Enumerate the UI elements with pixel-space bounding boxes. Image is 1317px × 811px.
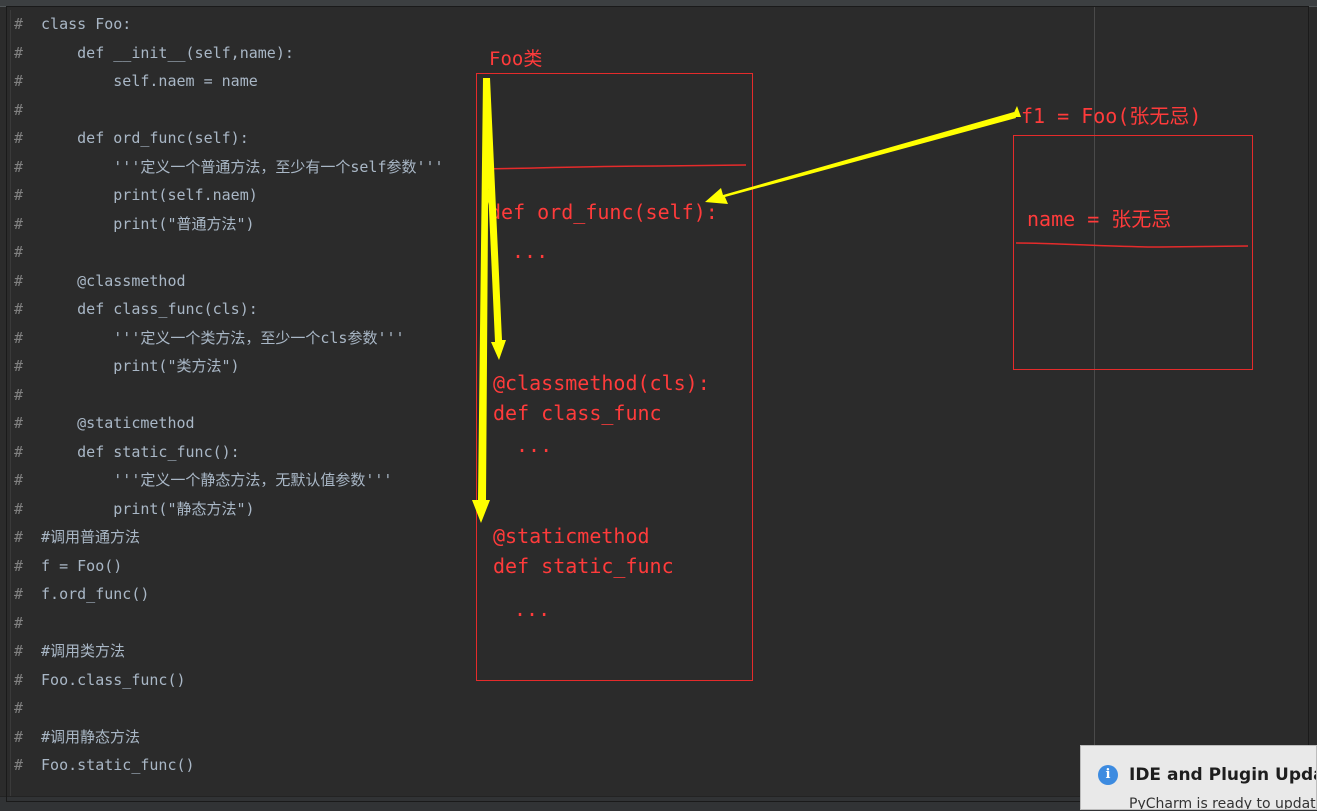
code-text: def ord_func(self):: [32, 129, 249, 147]
code-line[interactable]: # print("普通方法"): [14, 210, 255, 238]
class-annotation-label: Foo类: [489, 48, 543, 70]
code-line[interactable]: # Foo.class_func(): [14, 666, 186, 694]
comment-marker: #: [14, 699, 24, 717]
static-func-ellipsis: ...: [514, 597, 551, 621]
code-line[interactable]: # @staticmethod: [14, 409, 195, 437]
code-line[interactable]: # '''定义一个静态方法，无默认值参数''': [14, 466, 392, 494]
code-line[interactable]: #: [14, 694, 32, 722]
code-text: class Foo:: [32, 15, 132, 33]
comment-marker: #: [14, 72, 24, 90]
comment-marker: #: [14, 528, 24, 546]
ord-func-annotation: def ord_func(self):: [489, 200, 718, 224]
comment-marker: #: [14, 100, 24, 119]
code-line[interactable]: # '''定义一个类方法，至少一个cls参数''': [14, 324, 405, 352]
info-icon: i: [1098, 765, 1118, 785]
comment-marker: #: [14, 471, 24, 489]
code-text: Foo.class_func(): [32, 670, 186, 689]
comment-marker: #: [14, 499, 24, 518]
code-text: def __init__(self,name):: [32, 43, 294, 62]
code-line[interactable]: #: [14, 238, 32, 266]
code-line[interactable]: # #调用类方法: [14, 637, 125, 665]
code-text: #调用类方法: [32, 642, 126, 660]
comment-marker: #: [14, 613, 24, 632]
code-line[interactable]: #: [14, 609, 32, 637]
comment-marker: #: [14, 442, 24, 461]
instance-diagram-box: [1013, 135, 1253, 370]
comment-marker: #: [14, 129, 24, 147]
code-text: @classmethod: [32, 271, 186, 290]
comment-marker: #: [14, 727, 24, 746]
code-line[interactable]: # self.naem = name: [14, 67, 258, 95]
instance-attribute-annotation: name = 张无忌: [1027, 207, 1172, 231]
code-text: '''定义一个类方法，至少一个cls参数''': [32, 328, 405, 347]
code-text: self.naem = name: [32, 72, 258, 90]
classmethod-annotation: @classmethod(cls):: [493, 371, 710, 395]
comment-marker: #: [14, 300, 24, 318]
code-text: #调用普通方法: [32, 528, 141, 546]
comment-marker: #: [14, 186, 24, 204]
class-func-annotation: def class_func: [493, 401, 662, 425]
comment-marker: #: [14, 357, 24, 375]
code-line[interactable]: # f.ord_func(): [14, 580, 149, 608]
code-text: Foo.static_func(): [32, 756, 195, 774]
code-text: '''定义一个普通方法，至少有一个self参数''': [32, 157, 444, 176]
code-text: def class_func(cls):: [32, 300, 258, 318]
comment-marker: #: [14, 756, 24, 774]
comment-marker: #: [14, 414, 24, 432]
code-text: #调用静态方法: [32, 727, 141, 746]
code-line[interactable]: # f = Foo(): [14, 552, 122, 580]
comment-marker: #: [14, 328, 24, 347]
gutter-border: [10, 10, 11, 796]
comment-marker: #: [14, 585, 24, 603]
ord-func-ellipsis: ...: [512, 239, 549, 263]
notification-title[interactable]: IDE and Plugin Updates: [1129, 765, 1316, 785]
class-func-ellipsis: ...: [516, 433, 553, 457]
code-text: @staticmethod: [32, 414, 195, 432]
window-top-strip: [0, 0, 1317, 7]
code-line[interactable]: # def __init__(self,name):: [14, 39, 294, 67]
static-func-annotation: def static_func: [493, 554, 674, 578]
comment-marker: #: [14, 15, 24, 33]
code-text: '''定义一个静态方法，无默认值参数''': [32, 471, 393, 489]
code-line[interactable]: # #调用静态方法: [14, 723, 140, 751]
code-text: print(self.naem): [32, 186, 258, 204]
code-line[interactable]: # print(self.naem): [14, 181, 258, 209]
comment-marker: #: [14, 157, 24, 176]
code-line[interactable]: # @classmethod: [14, 267, 186, 295]
code-line[interactable]: # def class_func(cls):: [14, 295, 258, 323]
code-line[interactable]: #: [14, 96, 32, 124]
code-text: print("类方法"): [32, 357, 240, 375]
instance-annotation-label: f1 = Foo(张无忌): [1021, 104, 1202, 128]
code-line[interactable]: # Foo.static_func(): [14, 751, 195, 779]
code-line[interactable]: # def ord_func(self):: [14, 124, 249, 152]
code-text: print("普通方法"): [32, 214, 255, 233]
comment-marker: #: [14, 556, 24, 575]
comment-marker: #: [14, 670, 24, 689]
code-line[interactable]: # print("静态方法"): [14, 495, 255, 523]
comment-marker: #: [14, 385, 24, 404]
comment-marker: #: [14, 642, 24, 660]
code-line[interactable]: # def static_func():: [14, 438, 240, 466]
update-notification-popup[interactable]: i IDE and Plugin Updates PyCharm is read…: [1080, 745, 1317, 810]
comment-marker: #: [14, 243, 24, 261]
code-line[interactable]: #: [14, 381, 32, 409]
staticmethod-annotation: @staticmethod: [493, 524, 650, 548]
comment-marker: #: [14, 214, 24, 233]
code-text: print("静态方法"): [32, 499, 255, 518]
code-line[interactable]: # print("类方法"): [14, 352, 240, 380]
comment-marker: #: [14, 271, 24, 290]
code-text: f = Foo(): [32, 556, 123, 575]
comment-marker: #: [14, 43, 24, 62]
code-text: def static_func():: [32, 442, 240, 461]
notification-body: PyCharm is ready to update.: [1129, 796, 1317, 810]
code-text: f.ord_func(): [32, 585, 150, 603]
code-line[interactable]: # '''定义一个普通方法，至少有一个self参数''': [14, 153, 444, 181]
code-line[interactable]: # #调用普通方法: [14, 523, 140, 551]
code-line[interactable]: # class Foo:: [14, 10, 131, 38]
